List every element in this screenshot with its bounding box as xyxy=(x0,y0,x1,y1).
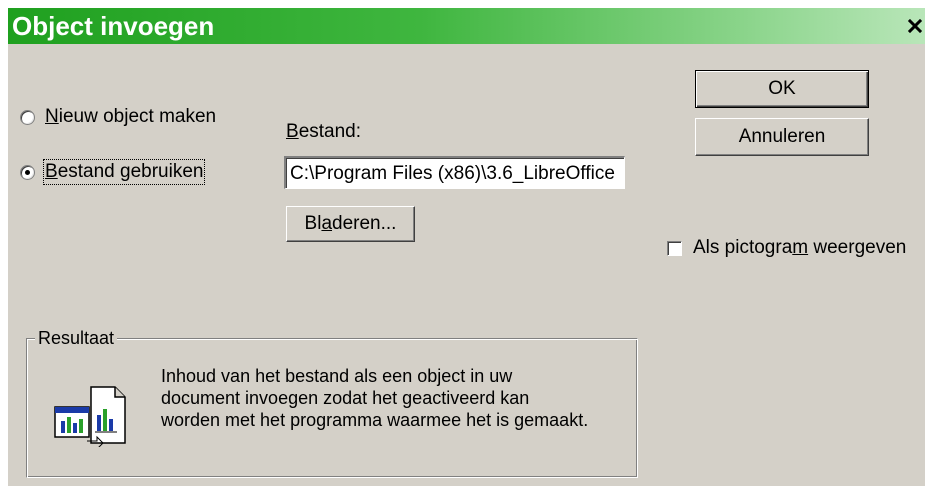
display-as-icon-checkbox[interactable]: Als pictogram weergeven xyxy=(667,237,906,259)
display-as-icon-label: Als pictogram weergeven xyxy=(693,237,907,258)
result-line: worden met het programma waarmee het is … xyxy=(161,410,589,430)
browse-button-label: Bladeren... xyxy=(304,213,397,234)
result-line: Inhoud van het bestand als een object in… xyxy=(161,366,513,386)
result-legend: Resultaat xyxy=(35,327,118,349)
cancel-button[interactable]: Annuleren xyxy=(695,118,869,156)
document-link-icon xyxy=(54,386,126,447)
result-description: Inhoud van het bestand als een object in… xyxy=(161,365,631,431)
title-bar[interactable]: Object invoegen xyxy=(8,8,925,44)
file-path-input[interactable]: C:\Program Files (x86)\3.6_LibreOffice xyxy=(284,156,625,189)
dialog-title: Object invoegen xyxy=(12,11,215,41)
radio-new-object-indicator[interactable] xyxy=(20,109,35,125)
ok-button[interactable]: OK xyxy=(695,70,869,108)
close-button[interactable] xyxy=(907,17,923,35)
close-icon xyxy=(908,19,922,33)
radio-from-file-indicator[interactable] xyxy=(20,164,35,180)
result-group: Resultaat Inhoud van het bestand als een… xyxy=(26,327,638,478)
radio-new-object-label: Nieuw object maken xyxy=(45,106,217,127)
file-label: Bestand: xyxy=(286,121,362,142)
browse-button[interactable]: Bladeren... xyxy=(286,206,415,242)
insert-object-dialog: Object invoegen Nieuw object maken Besta… xyxy=(8,8,925,486)
result-line: document invoegen zodat het geactiveerd … xyxy=(161,388,530,408)
radio-new-object[interactable]: Nieuw object maken xyxy=(20,106,216,128)
radio-from-file-label: Bestand gebruiken xyxy=(42,159,206,185)
radio-from-file[interactable]: Bestand gebruiken xyxy=(20,159,206,185)
display-as-icon-box[interactable] xyxy=(667,240,682,256)
